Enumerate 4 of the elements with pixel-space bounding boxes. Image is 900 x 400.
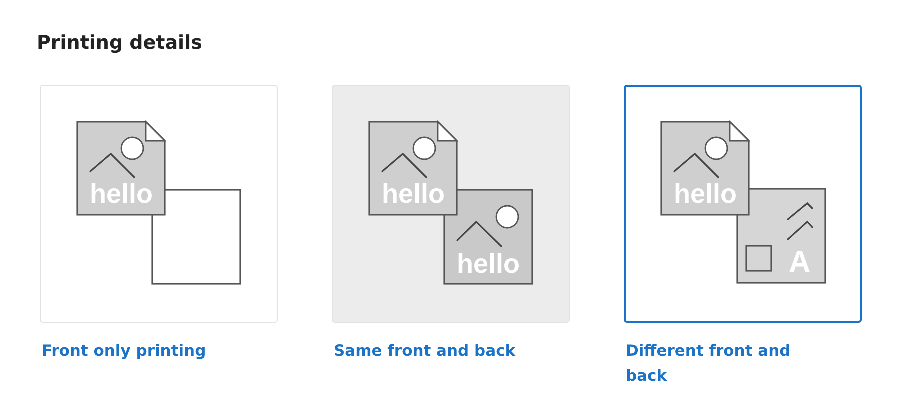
option-label[interactable]: Different front and back: [626, 339, 826, 389]
section-heading: Printing details: [37, 31, 204, 56]
option-label[interactable]: Same front and back: [334, 339, 534, 364]
option-label[interactable]: Front only printing: [42, 339, 242, 364]
